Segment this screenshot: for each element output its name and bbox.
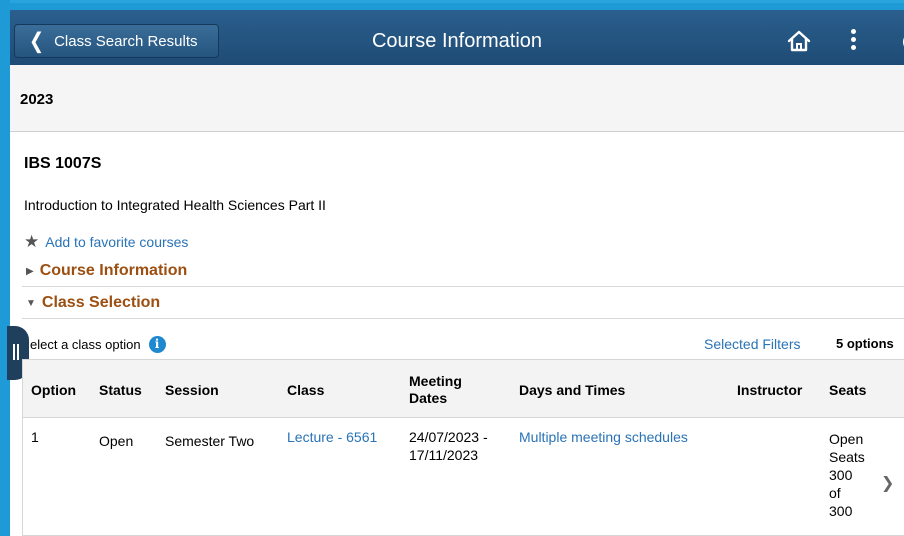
back-button-label: Class Search Results bbox=[54, 32, 198, 50]
seats-line: Open bbox=[829, 431, 864, 447]
cell-seats: Open Seats 300 of 300 bbox=[829, 430, 865, 520]
seats-line: of bbox=[829, 485, 841, 501]
star-icon: ★ bbox=[24, 232, 40, 251]
pause-bar-icon bbox=[17, 344, 19, 360]
meeting-start: 24/07/2023 - bbox=[409, 429, 488, 445]
section-class-selection-label: Class Selection bbox=[41, 294, 161, 311]
home-icon[interactable] bbox=[786, 28, 812, 54]
caret-down-icon: ▼ bbox=[26, 297, 36, 309]
section-class-selection[interactable]: ▼ Class Selection bbox=[26, 294, 160, 312]
cell-status: Open bbox=[99, 433, 134, 449]
section-course-information-label: Course Information bbox=[39, 262, 188, 279]
add-favorite-label[interactable]: Add to favorite courses bbox=[45, 234, 188, 250]
course-code: IBS 1007S bbox=[24, 155, 102, 172]
chevron-left-icon: ❮ bbox=[29, 28, 45, 53]
selected-filters-link[interactable]: Selected Filters bbox=[704, 336, 800, 352]
class-options-table: Option Status Session Class Meeting Date… bbox=[22, 359, 904, 536]
more-vertical-icon[interactable] bbox=[848, 29, 858, 53]
chevron-right-icon[interactable]: ❯ bbox=[881, 473, 894, 493]
seats-line: 300 bbox=[829, 467, 853, 483]
course-title: Introduction to Integrated Health Scienc… bbox=[24, 197, 326, 213]
select-class-prompt: elect a class option i bbox=[30, 336, 166, 353]
column-header-meeting-line1: Meeting bbox=[409, 373, 462, 389]
column-header-class: Class bbox=[287, 382, 325, 398]
options-count: 5 options bbox=[836, 336, 894, 351]
meeting-schedules-link[interactable]: Multiple meeting schedules bbox=[519, 428, 688, 446]
section-course-information[interactable]: ▶ Course Information bbox=[26, 262, 187, 280]
column-header-meeting-dates: Meeting Dates bbox=[409, 373, 462, 407]
back-button[interactable]: ❮ Class Search Results bbox=[14, 24, 219, 58]
seats-line: Seats bbox=[829, 449, 865, 465]
caret-right-icon: ▶ bbox=[26, 265, 34, 277]
cell-session: Semester Two bbox=[165, 433, 255, 449]
term-label: 2023 bbox=[20, 91, 54, 108]
add-favorite-link[interactable]: ★ Add to favorite courses bbox=[24, 232, 188, 252]
info-icon[interactable]: i bbox=[148, 336, 166, 353]
cell-meeting-dates: 24/07/2023 - 17/11/2023 bbox=[409, 428, 488, 464]
select-class-prompt-text: elect a class option bbox=[30, 337, 141, 352]
table-header: Option Status Session Class Meeting Date… bbox=[23, 360, 904, 418]
header-bar: ❮ Class Search Results Course Informatio… bbox=[10, 10, 904, 65]
column-header-days-times: Days and Times bbox=[519, 382, 626, 398]
divider bbox=[22, 286, 904, 287]
seats-line: 300 bbox=[829, 503, 853, 519]
column-header-meeting-line2: Dates bbox=[409, 390, 448, 406]
column-header-instructor: Instructor bbox=[737, 382, 803, 398]
column-header-seats: Seats bbox=[829, 382, 867, 398]
column-header-option: Option bbox=[31, 382, 77, 398]
window-frame-accent bbox=[10, 0, 904, 3]
pause-bar-icon bbox=[13, 344, 15, 360]
divider bbox=[22, 318, 904, 319]
column-header-session: Session bbox=[165, 382, 219, 398]
term-band: 2023 bbox=[10, 65, 904, 132]
window-frame-left bbox=[0, 0, 10, 536]
column-header-status: Status bbox=[99, 382, 142, 398]
class-link[interactable]: Lecture - 6561 bbox=[287, 428, 377, 446]
cell-option: 1 bbox=[31, 429, 39, 445]
meeting-end: 17/11/2023 bbox=[409, 447, 479, 463]
